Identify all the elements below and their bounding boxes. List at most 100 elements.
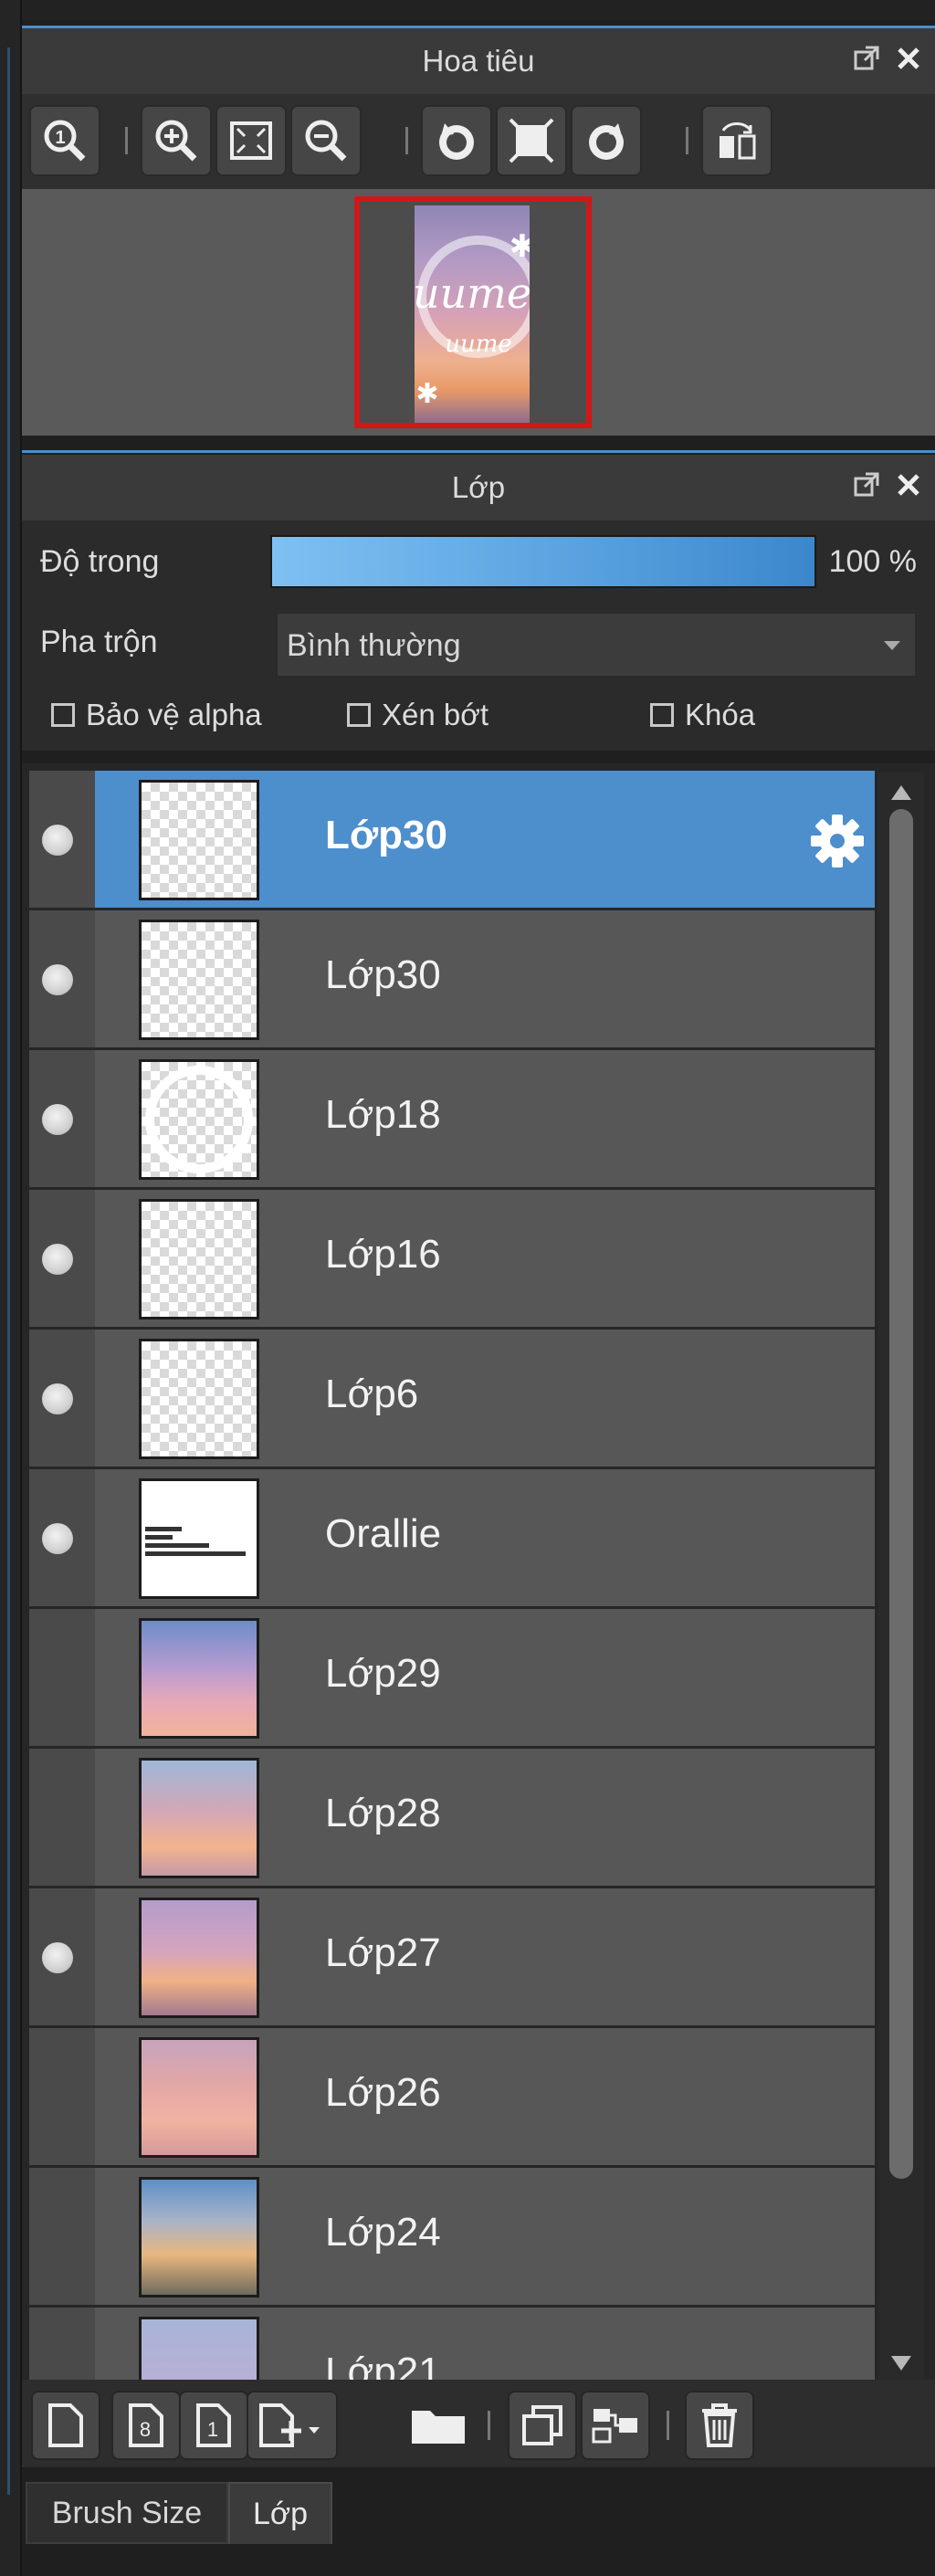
layer-name: Lớp24 <box>325 2210 441 2255</box>
visibility-dot-icon[interactable] <box>42 825 73 856</box>
layer-row-lop28[interactable]: Lớp28 <box>29 1749 875 1886</box>
layer-name: Lớp28 <box>325 1791 441 1835</box>
layer-row-lop27[interactable]: Lớp27 <box>29 1888 875 2025</box>
visibility-toggle[interactable] <box>29 1749 95 1886</box>
checkbox-box[interactable] <box>347 703 371 727</box>
zoom-in-button[interactable] <box>141 105 212 176</box>
toolbar-separator <box>488 2411 490 2440</box>
new-folder-button[interactable] <box>404 2391 473 2460</box>
fit-window-button[interactable] <box>215 105 287 176</box>
clipping-checkbox[interactable]: Xén bớt <box>347 698 489 732</box>
layer-row-lop6[interactable]: Lớp6 <box>29 1330 875 1467</box>
visibility-toggle[interactable] <box>29 1330 95 1467</box>
layer-name: Lớp6 <box>325 1372 419 1416</box>
layer-row-lop24[interactable]: Lớp24 <box>29 2168 875 2305</box>
layer-thumbnail <box>139 2317 259 2380</box>
layer-name: Lớp18 <box>325 1092 441 1137</box>
top-bar <box>22 0 935 20</box>
svg-text:1: 1 <box>207 2418 218 2441</box>
layer-panel-title: Lớp <box>451 470 506 504</box>
checkbox-box[interactable] <box>650 703 674 727</box>
visibility-toggle[interactable] <box>29 1469 95 1606</box>
layer-row-lop29[interactable]: Lớp29 <box>29 1609 875 1746</box>
layer-row-lop30-selected[interactable]: Lớp30 <box>29 771 875 908</box>
rotate-left-button[interactable] <box>421 105 492 176</box>
navigator-preview[interactable]: uume uume ✱ ✱ <box>22 189 935 436</box>
visibility-dot-icon[interactable] <box>42 1244 73 1275</box>
layer-row-lop26[interactable]: Lớp26 <box>29 2028 875 2165</box>
opacity-slider[interactable] <box>270 535 816 588</box>
visibility-dot-icon[interactable] <box>42 1104 73 1135</box>
visibility-dot-icon[interactable] <box>42 1523 73 1554</box>
add-layer-menu-button[interactable] <box>247 2391 338 2460</box>
layer-thumbnail <box>139 1059 259 1180</box>
navigator-view-frame[interactable]: uume uume ✱ ✱ <box>354 196 592 428</box>
visibility-toggle[interactable] <box>29 1050 95 1187</box>
layer-name: Lớp29 <box>325 1651 441 1696</box>
chevron-down-icon <box>884 641 900 650</box>
visibility-toggle[interactable] <box>29 910 95 1047</box>
close-icon[interactable] <box>895 45 922 72</box>
duplicate-layer-button[interactable] <box>508 2391 577 2460</box>
layer-name: Lớp30 <box>325 813 447 857</box>
checkbox-box[interactable] <box>51 703 75 727</box>
layer-row-lop16[interactable]: Lớp16 <box>29 1190 875 1327</box>
reset-view-icon <box>509 118 554 163</box>
tab-brush-size[interactable]: Brush Size <box>26 2482 228 2544</box>
popout-icon[interactable] <box>853 45 880 72</box>
layer-list-scrollbar[interactable] <box>878 773 924 2380</box>
layer-row-lop30[interactable]: Lớp30 <box>29 910 875 1047</box>
layer-row-lop21[interactable]: Lớp21 <box>29 2308 875 2380</box>
navigator-title: Hoa tiêu <box>422 44 535 78</box>
visibility-toggle[interactable] <box>29 1888 95 2025</box>
layer-thumbnail <box>139 1618 259 1739</box>
visibility-toggle[interactable] <box>29 1609 95 1746</box>
scroll-down-icon[interactable] <box>891 2356 911 2371</box>
delete-layer-button[interactable] <box>685 2391 754 2460</box>
rotate-right-button[interactable] <box>571 105 642 176</box>
merge-down-icon <box>592 2409 637 2444</box>
visibility-toggle[interactable] <box>29 1190 95 1327</box>
merge-down-button[interactable] <box>581 2391 650 2460</box>
new-1bit-layer-button[interactable]: 1 <box>179 2391 248 2460</box>
navigator-panel-header: Hoa tiêu <box>22 28 935 94</box>
scroll-up-icon[interactable] <box>891 785 911 800</box>
layer-thumbnail <box>139 1199 259 1320</box>
layer-name: Lớp26 <box>325 2070 441 2115</box>
rotate-left-icon <box>439 123 474 160</box>
visibility-toggle[interactable] <box>29 771 95 908</box>
visibility-toggle[interactable] <box>29 2028 95 2165</box>
zoom-actual-button[interactable]: 1 <box>29 105 100 176</box>
popout-icon[interactable] <box>853 471 880 499</box>
zoom-out-icon <box>305 120 347 162</box>
flip-horizontal-button[interactable] <box>701 105 772 176</box>
visibility-toggle[interactable] <box>29 2168 95 2305</box>
duplicate-icon <box>522 2405 562 2445</box>
layer-thumbnail <box>139 1339 259 1459</box>
opacity-value: 100 % <box>828 544 917 579</box>
close-icon[interactable] <box>895 471 922 499</box>
protect-alpha-checkbox[interactable]: Bảo vệ alpha <box>51 698 262 732</box>
blend-mode-select[interactable]: Bình thường <box>276 612 917 678</box>
new-8bit-layer-button[interactable]: 8 <box>111 2391 181 2460</box>
lock-checkbox[interactable]: Khóa <box>650 698 755 732</box>
scrollbar-thumb[interactable] <box>889 809 913 2179</box>
toolbar-separator <box>667 2411 669 2440</box>
trash-icon <box>702 2403 737 2447</box>
visibility-dot-icon[interactable] <box>42 964 73 995</box>
zoom-out-button[interactable] <box>290 105 362 176</box>
gear-icon[interactable] <box>809 813 866 869</box>
layer-row-lop18[interactable]: Lớp18 <box>29 1050 875 1187</box>
tab-layer[interactable]: Lớp <box>228 2482 332 2544</box>
layer-panel-header: Lớp <box>22 455 935 520</box>
visibility-toggle[interactable] <box>29 2308 95 2380</box>
visibility-dot-icon[interactable] <box>42 1383 73 1414</box>
8bit-layer-icon: 8 <box>129 2403 163 2447</box>
fit-window-icon <box>230 121 272 160</box>
layer-row-orallie[interactable]: Orallie <box>29 1469 875 1606</box>
new-layer-button[interactable] <box>31 2391 100 2460</box>
visibility-dot-icon[interactable] <box>42 1942 73 1973</box>
blend-mode-value: Bình thường <box>287 628 461 663</box>
reset-view-button[interactable] <box>496 105 567 176</box>
add-layer-icon <box>259 2403 320 2447</box>
